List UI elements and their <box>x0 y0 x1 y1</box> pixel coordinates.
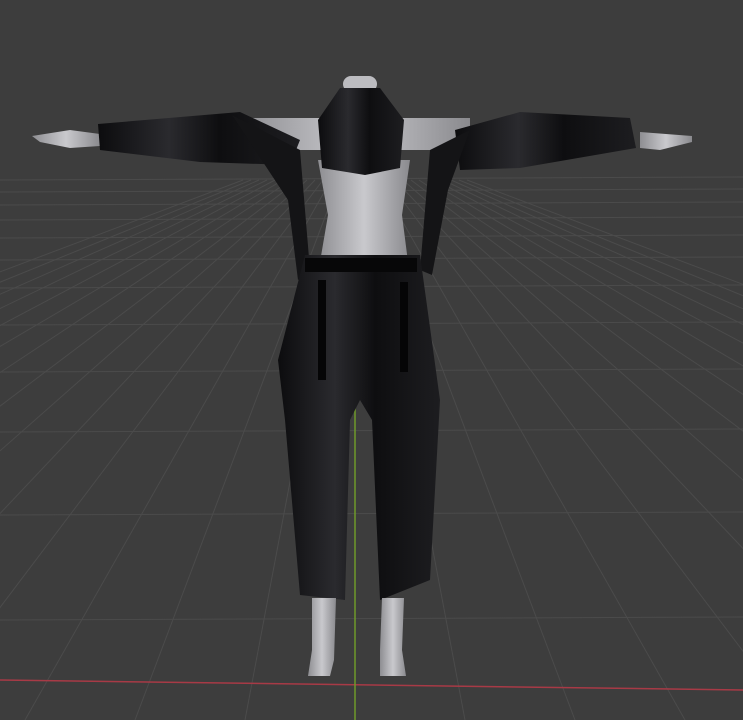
right-hand <box>640 132 692 150</box>
pants <box>278 255 440 600</box>
halter-top <box>318 88 404 175</box>
left-foot <box>308 598 336 676</box>
character-model[interactable] <box>0 0 743 720</box>
belt <box>305 258 417 272</box>
right-sleeve <box>455 112 636 170</box>
strap-left <box>318 280 326 380</box>
3d-viewport[interactable] <box>0 0 743 720</box>
torso <box>318 160 410 262</box>
left-hand <box>32 130 100 148</box>
right-foot <box>380 598 406 676</box>
strap-right <box>400 282 408 372</box>
